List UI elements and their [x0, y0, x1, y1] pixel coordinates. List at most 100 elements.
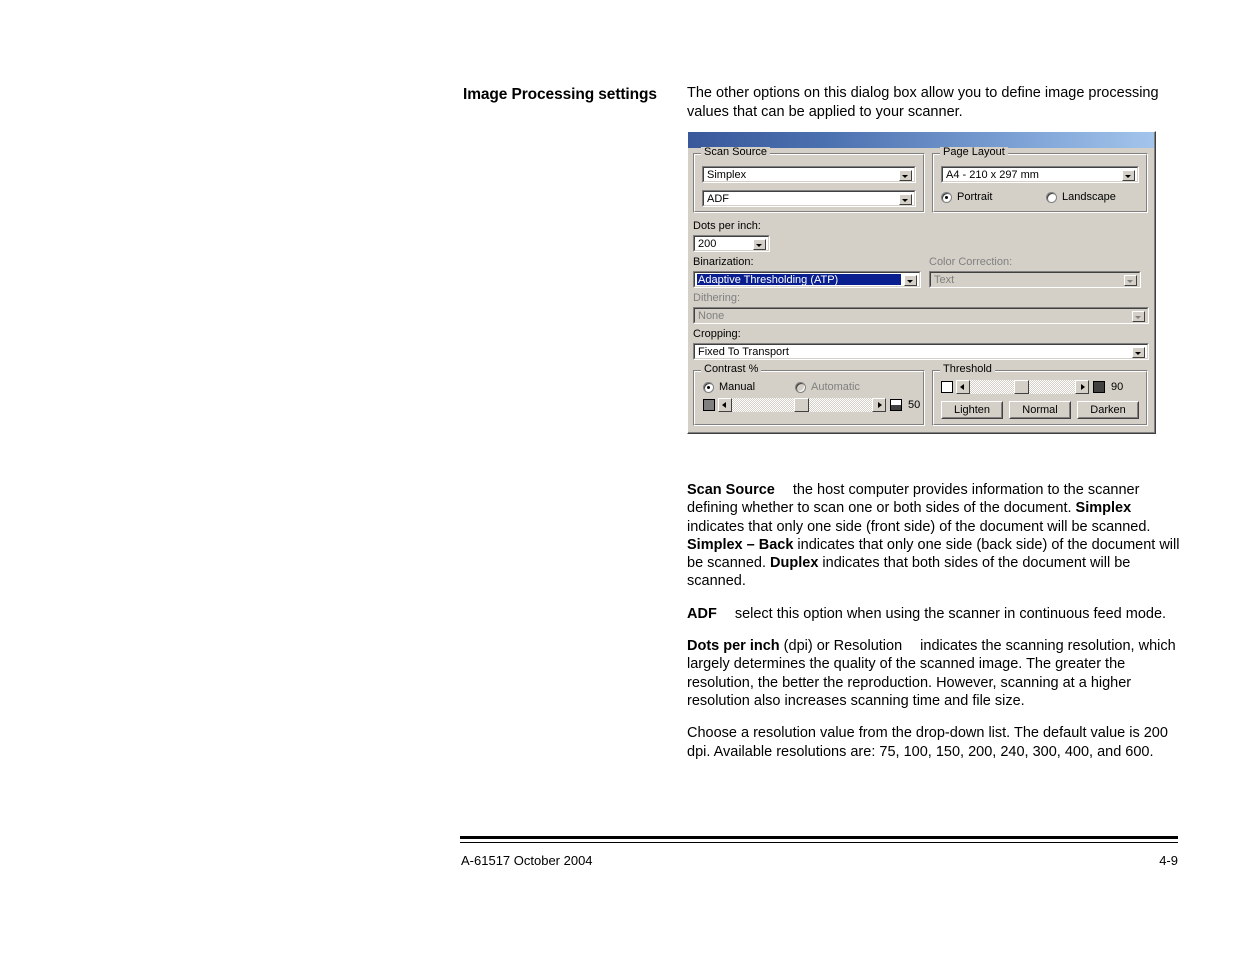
contrast-value: 50 — [908, 399, 921, 411]
contrast-slider-track[interactable] — [732, 398, 872, 412]
color-correction-value: Text — [934, 274, 955, 286]
threshold-slider-row: 90 — [941, 380, 1139, 394]
threshold-max-swatch-icon — [1093, 381, 1105, 393]
cropping-combo-frame: Fixed To Transport — [694, 344, 1148, 359]
dithering-block: Dithering: None — [693, 292, 1149, 324]
color-correction-combo: Text — [929, 271, 1141, 288]
cropping-combo[interactable]: Fixed To Transport — [693, 343, 1149, 360]
threshold-slider-thumb[interactable] — [1014, 380, 1029, 394]
chevron-down-icon[interactable] — [1132, 347, 1145, 358]
page-section-heading: Image Processing settings — [463, 86, 657, 103]
radio-contrast-manual[interactable]: Manual — [703, 381, 795, 393]
term-scan-source: Scan Source — [687, 482, 775, 498]
radio-contrast-manual-label: Manual — [719, 381, 756, 393]
darken-button[interactable]: Darken — [1077, 401, 1139, 419]
dithering-combo: None — [693, 307, 1149, 324]
feeder-combo-value: ADF — [707, 193, 729, 205]
contrast-slider-row: 50 — [703, 398, 920, 412]
threshold-group-title: Threshold — [940, 364, 995, 375]
threshold-slider-track[interactable] — [970, 380, 1075, 394]
intro-paragraph: The other options on this dialog box all… — [687, 85, 1159, 120]
binarization-label: Binarization: — [693, 256, 754, 268]
chevron-down-icon[interactable] — [1122, 170, 1135, 181]
term-simplex-back: Simplex – Back — [687, 536, 794, 553]
contrast-slider[interactable] — [718, 398, 886, 412]
arrow-right-icon[interactable] — [1075, 380, 1089, 394]
term-adf: ADF — [687, 605, 717, 622]
cropping-value: Fixed To Transport — [698, 346, 789, 358]
scan-source-combo[interactable]: Simplex — [702, 166, 916, 183]
dithering-label: Dithering: — [693, 292, 741, 304]
content-column: The other options on this dialog box all… — [687, 84, 1181, 121]
dots-per-inch-block: Dots per inch: 200 — [693, 220, 1149, 252]
threshold-group: Threshold 90 Lighten Normal Darken — [932, 364, 1148, 426]
contrast-mode-radio-group: Manual Automatic — [703, 381, 915, 393]
scan-source-combo-value: Simplex — [707, 169, 747, 181]
binarization-combo[interactable]: Adaptive Thresholding (ATP) — [693, 271, 921, 288]
radio-dot-icon — [703, 381, 714, 393]
paragraph-adf: ADF select this option when using the sca… — [687, 605, 1181, 623]
radio-contrast-automatic[interactable]: Automatic — [795, 381, 860, 393]
dithering-value: None — [698, 310, 725, 322]
dialog-body: Scan Source Simplex ADF Page Layout A4 -… — [688, 147, 1154, 432]
dots-per-inch-combo-frame: 200 — [694, 236, 769, 251]
dpi-text-1: (dpi) or Resolution — [779, 638, 903, 655]
contrast-threshold-row: Contrast % Manual Automatic 50 Threshold… — [693, 364, 1149, 426]
contrast-slider-thumb[interactable] — [794, 398, 809, 412]
footer-page-number: 4-9 — [1159, 853, 1178, 868]
binarization-value: Adaptive Thresholding (ATP) — [697, 274, 901, 285]
normal-button-label: Normal — [1022, 404, 1058, 416]
adf-text: select this option when using the scanne… — [734, 605, 1167, 622]
contrast-group-title: Contrast % — [701, 364, 762, 375]
term-duplex: Duplex — [770, 555, 819, 572]
radio-landscape-label: Landscape — [1062, 191, 1116, 203]
chevron-down-icon[interactable] — [753, 239, 766, 250]
chevron-down-icon — [1132, 311, 1145, 322]
page-layout-group: Page Layout A4 - 210 x 297 mm Portrait L… — [932, 147, 1148, 213]
page-size-combo-frame: A4 - 210 x 297 mm — [942, 167, 1138, 182]
term-dots-per-inch: Dots per inch — [687, 638, 780, 655]
cropping-label: Cropping: — [693, 328, 741, 340]
lighten-button-label: Lighten — [953, 404, 991, 416]
radio-dot-icon — [1046, 191, 1057, 203]
radio-landscape[interactable]: Landscape — [1046, 191, 1116, 203]
color-correction-combo-frame: Text — [930, 272, 1140, 287]
footer-document-id: A-61517 October 2004 — [461, 853, 593, 868]
lighten-button[interactable]: Lighten — [941, 401, 1003, 419]
threshold-slider[interactable] — [956, 380, 1089, 394]
binarization-combo-frame: Adaptive Thresholding (ATP) — [694, 272, 920, 287]
threshold-group-inner: Threshold 90 Lighten Normal Darken — [933, 364, 1147, 425]
feeder-combo-frame: ADF — [703, 191, 915, 206]
cropping-block: Cropping: Fixed To Transport — [693, 328, 1149, 360]
dots-per-inch-combo[interactable]: 200 — [693, 235, 770, 252]
top-groups-row: Scan Source Simplex ADF Page Layout A4 -… — [693, 147, 1149, 213]
page-size-combo[interactable]: A4 - 210 x 297 mm — [941, 166, 1139, 183]
footer-rule-thin — [460, 842, 1178, 843]
arrow-left-icon[interactable] — [956, 380, 970, 394]
radio-dot-icon — [941, 191, 952, 203]
radio-portrait[interactable]: Portrait — [941, 191, 1046, 203]
contrast-group-inner: Contrast % Manual Automatic 50 — [694, 364, 924, 425]
binarization-row: Binarization: Adaptive Thresholding (ATP… — [693, 256, 1149, 288]
page-size-combo-value: A4 - 210 x 297 mm — [946, 169, 1039, 181]
feeder-combo[interactable]: ADF — [702, 190, 916, 207]
chevron-down-icon[interactable] — [899, 170, 912, 181]
page-layout-group-inner: Page Layout A4 - 210 x 297 mm Portrait L… — [933, 147, 1147, 212]
color-correction-block: Color Correction: Text — [929, 256, 1141, 288]
scan-source-group-inner: Scan Source Simplex ADF — [694, 147, 924, 212]
radio-contrast-automatic-label: Automatic — [811, 381, 860, 393]
contrast-min-swatch-icon — [703, 399, 715, 411]
document-page: Image Processing settings The other opti… — [0, 0, 1235, 954]
normal-button[interactable]: Normal — [1009, 401, 1071, 419]
dots-per-inch-label: Dots per inch: — [693, 220, 761, 232]
arrow-left-icon[interactable] — [718, 398, 732, 412]
paragraph-dots-per-inch: Dots per inch (dpi) or Resolution indicat… — [687, 637, 1181, 710]
page-layout-group-title: Page Layout — [940, 147, 1008, 158]
term-simplex: Simplex — [1075, 500, 1132, 517]
chevron-down-icon[interactable] — [904, 275, 917, 286]
chevron-down-icon[interactable] — [899, 194, 912, 205]
dithering-combo-frame: None — [694, 308, 1148, 323]
darken-button-label: Darken — [1090, 404, 1126, 416]
arrow-right-icon[interactable] — [872, 398, 886, 412]
color-correction-label: Color Correction: — [929, 256, 1013, 268]
